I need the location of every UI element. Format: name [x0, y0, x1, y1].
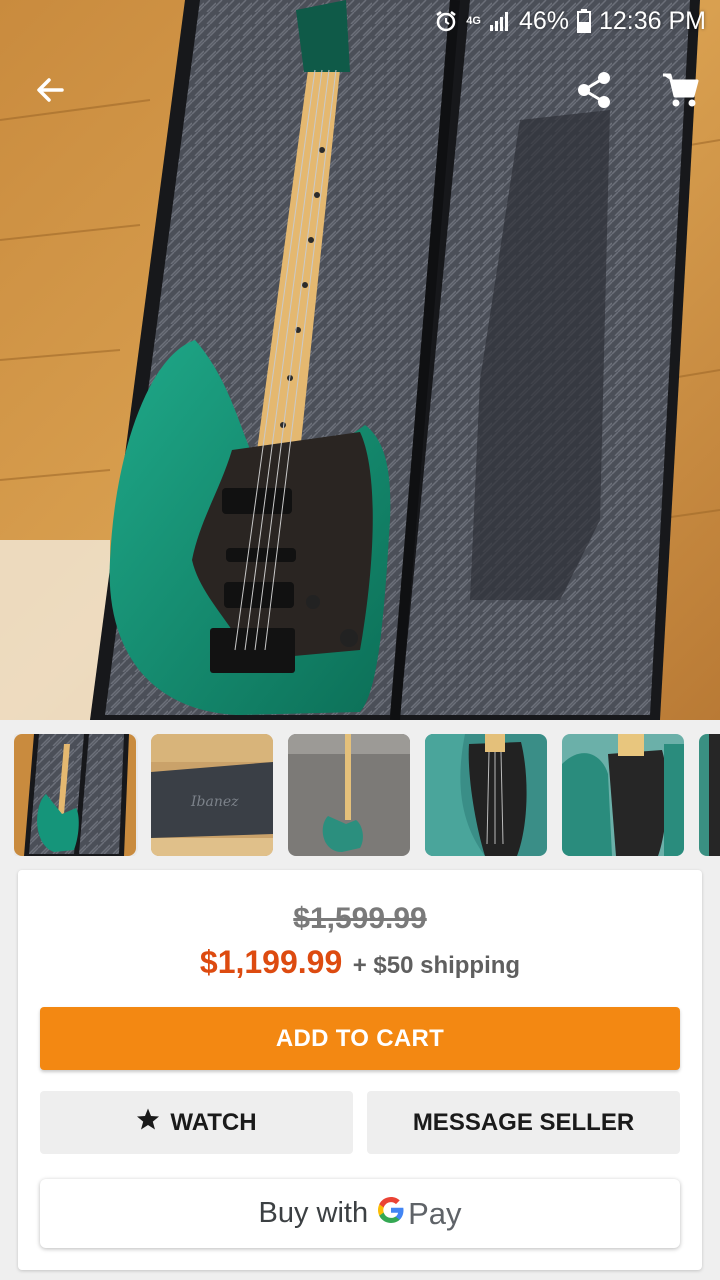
watch-label: WATCH: [170, 1108, 257, 1136]
buy-with-gpay-button[interactable]: Buy with Pay: [40, 1179, 680, 1248]
thumbnail-6[interactable]: [699, 734, 720, 856]
star-icon: [136, 1107, 160, 1138]
status-bar: 4G 46% 12:36 PM: [0, 0, 720, 42]
price-row: $1,199.99 + $50 shipping: [18, 944, 702, 981]
thumbnail-2[interactable]: Ibanez: [151, 734, 273, 856]
image-thumbnail-strip[interactable]: Ibanez: [14, 734, 720, 856]
original-price: $1,599.99: [293, 902, 427, 935]
network-type-label: 4G: [466, 15, 481, 27]
current-price: $1,199.99: [199, 944, 343, 980]
svg-text:Ibanez: Ibanez: [190, 794, 239, 810]
message-seller-button[interactable]: MESSAGE SELLER: [367, 1091, 680, 1154]
purchase-card: $1,599.99 $1,199.99 + $50 shipping ADD T…: [18, 870, 702, 1270]
thumbnail-5[interactable]: [562, 734, 684, 856]
watch-button[interactable]: WATCH: [40, 1091, 353, 1154]
shipping-cost: + $50 shipping: [352, 952, 521, 979]
buy-with-label: Buy with: [258, 1197, 369, 1229]
share-button[interactable]: [568, 66, 620, 118]
arrow-left-icon: [34, 74, 66, 111]
share-icon: [576, 71, 612, 114]
battery-percent: 46%: [518, 6, 569, 35]
add-to-cart-button[interactable]: ADD TO CART: [40, 1007, 680, 1070]
thumbnail-3[interactable]: [288, 734, 410, 856]
cart-button[interactable]: [654, 66, 706, 118]
battery-icon: [576, 9, 591, 33]
thumbnail-4[interactable]: [425, 734, 547, 856]
thumbnail-1[interactable]: [14, 734, 136, 856]
clock: 12:36 PM: [598, 6, 706, 35]
google-g-icon: [376, 1195, 406, 1233]
alarm-icon: [434, 9, 458, 33]
signal-icon: [489, 10, 511, 32]
back-button[interactable]: [24, 66, 76, 118]
cart-icon: [661, 72, 699, 113]
google-pay-logo: Pay: [376, 1195, 462, 1233]
pay-label: Pay: [408, 1195, 462, 1231]
